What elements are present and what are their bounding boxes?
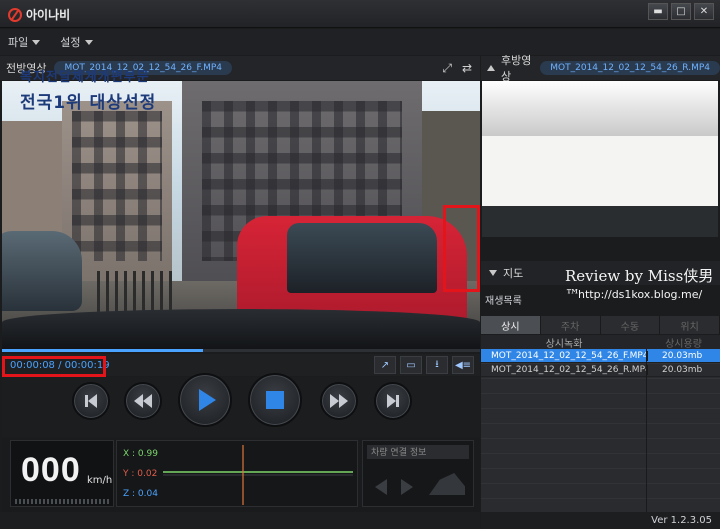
export-icon[interactable]: ↗ [374, 356, 396, 374]
speed-value: 000 [21, 451, 81, 489]
title-bar: 아이나비 ▬ □ ✕ [0, 0, 720, 28]
expand-down-icon[interactable] [489, 270, 497, 276]
rear-video-header: 후방영상 MOT_2014_12_02_12_54_26_R.MP4 [481, 54, 720, 83]
transport-controls [2, 373, 480, 437]
rear-video-bottom [482, 206, 718, 237]
app-title: 아이나비 [26, 8, 71, 22]
skip-previous-icon [88, 394, 97, 408]
seek-bar-fill [2, 349, 203, 352]
rear-banner-line1: 복지전달체계개편부문 [20, 70, 150, 85]
video-car-left [2, 231, 82, 311]
maximize-button[interactable]: □ [671, 3, 691, 20]
menu-file[interactable]: 파일 [8, 34, 41, 50]
rear-banner-line2: 전국1위 대상선정 [20, 93, 157, 113]
skip-next-icon [396, 395, 399, 407]
vehicle-info-panel: 차량 연결 정보 [362, 440, 474, 507]
chevron-down-icon [32, 39, 41, 45]
tab-location[interactable]: 위치 [660, 316, 720, 334]
highlight-box [2, 356, 106, 377]
menu-settings-label: 설정 [60, 36, 81, 49]
play-icon [199, 389, 216, 411]
rewind-icon [143, 394, 152, 408]
fullscreen-icon[interactable]: ⤢ [442, 61, 452, 76]
skip-previous-button[interactable] [72, 382, 110, 420]
highlight-box [443, 205, 480, 292]
rear-video-player[interactable] [482, 81, 718, 237]
turn-right-icon [401, 479, 413, 495]
list-divider [646, 349, 647, 512]
list-item-name: MOT_2014_12_02_12_54_26_F.MP4 [491, 350, 647, 361]
info-panel: 000 km/h X : 0.99 Y : 0.02 Z : 0.04 차량 연… [2, 438, 480, 512]
rewind-icon [134, 394, 143, 408]
menu-settings[interactable]: 설정 [60, 34, 93, 50]
speedometer: 000 km/h [10, 440, 114, 507]
g-sensor-x: X : 0.99 [123, 449, 158, 459]
skip-next-button[interactable] [374, 382, 412, 420]
minimize-button[interactable]: ▬ [648, 3, 668, 20]
video-hood [2, 309, 480, 349]
swap-icon[interactable]: ⇄ [462, 61, 472, 76]
stop-button[interactable] [248, 373, 302, 427]
rear-video-label: 후방영상 [501, 54, 532, 83]
list-item-size: 20.03mb [647, 364, 720, 375]
tab-parking[interactable]: 주차 [540, 316, 601, 334]
app-logo: 아이나비 [8, 6, 70, 23]
logo-icon [8, 7, 22, 22]
close-button[interactable]: ✕ [694, 3, 714, 20]
play-button[interactable] [178, 373, 232, 427]
seek-bar[interactable] [2, 349, 480, 352]
collapse-up-icon[interactable] [487, 65, 495, 71]
g-sensor-chart [163, 445, 353, 505]
speed-ticks [15, 499, 109, 504]
list-item[interactable]: MOT_2014_12_02_12_54_26_R.MP4 20.03mb [481, 363, 720, 377]
menu-file-label: 파일 [8, 36, 29, 49]
menu-bar: 파일 설정 [0, 29, 720, 55]
window-icon[interactable]: ▭ [400, 356, 422, 374]
rear-banner [482, 136, 718, 206]
turn-left-icon [375, 479, 387, 495]
playlist-label: 재생목록 [485, 296, 522, 307]
g-sensor-panel: X : 0.99 Y : 0.02 Z : 0.04 [116, 440, 358, 507]
tab-manual[interactable]: 수동 [600, 316, 661, 334]
map-label: 지도 [503, 267, 524, 280]
left-status-bar [0, 512, 480, 529]
vehicle-info-title: 차량 연결 정보 [367, 445, 469, 459]
col-name-header[interactable]: 상시녹화 [481, 335, 647, 350]
fast-forward-button[interactable] [320, 382, 358, 420]
rewind-button[interactable] [124, 382, 162, 420]
tab-continuous[interactable]: 상시 [481, 316, 541, 334]
watermark-url: http://ds1kox.blog.me/ [578, 288, 703, 301]
download-icon[interactable]: ⭳ [426, 356, 448, 374]
list-item-name: MOT_2014_12_02_12_54_26_R.MP4 [491, 364, 647, 375]
playlist-column-header: 상시녹화 상시용량 [481, 335, 720, 350]
rear-file-name: MOT_2014_12_02_12_54_26_R.MP4 [540, 61, 720, 75]
stop-icon [266, 391, 284, 409]
skip-next-icon [387, 394, 396, 408]
list-item[interactable]: MOT_2014_12_02_12_54_26_F.MP4 20.03mb [481, 349, 720, 363]
chevron-down-icon [84, 39, 93, 45]
video-car-window [287, 223, 437, 293]
playlist-list: MOT_2014_12_02_12_54_26_F.MP4 20.03mb MO… [481, 349, 720, 512]
vehicle-gauge-icon [429, 473, 465, 495]
fast-forward-icon [339, 394, 348, 408]
fast-forward-icon [330, 394, 339, 408]
version-label: Ver 1.2.3.05 [651, 515, 712, 526]
col-size-header[interactable]: 상시용량 [647, 335, 720, 350]
playlist-tabs: 상시 주차 수동 위치 [481, 316, 720, 334]
rear-video-top [482, 81, 718, 136]
volume-icon[interactable]: ◀≡ [452, 356, 474, 374]
status-bar: Ver 1.2.3.05 [481, 512, 720, 529]
list-item-size: 20.03mb [647, 350, 720, 361]
g-sensor-z: Z : 0.04 [123, 489, 158, 499]
front-video-player[interactable] [2, 81, 480, 349]
g-sensor-y: Y : 0.02 [123, 469, 158, 479]
speed-unit: km/h [87, 475, 113, 486]
